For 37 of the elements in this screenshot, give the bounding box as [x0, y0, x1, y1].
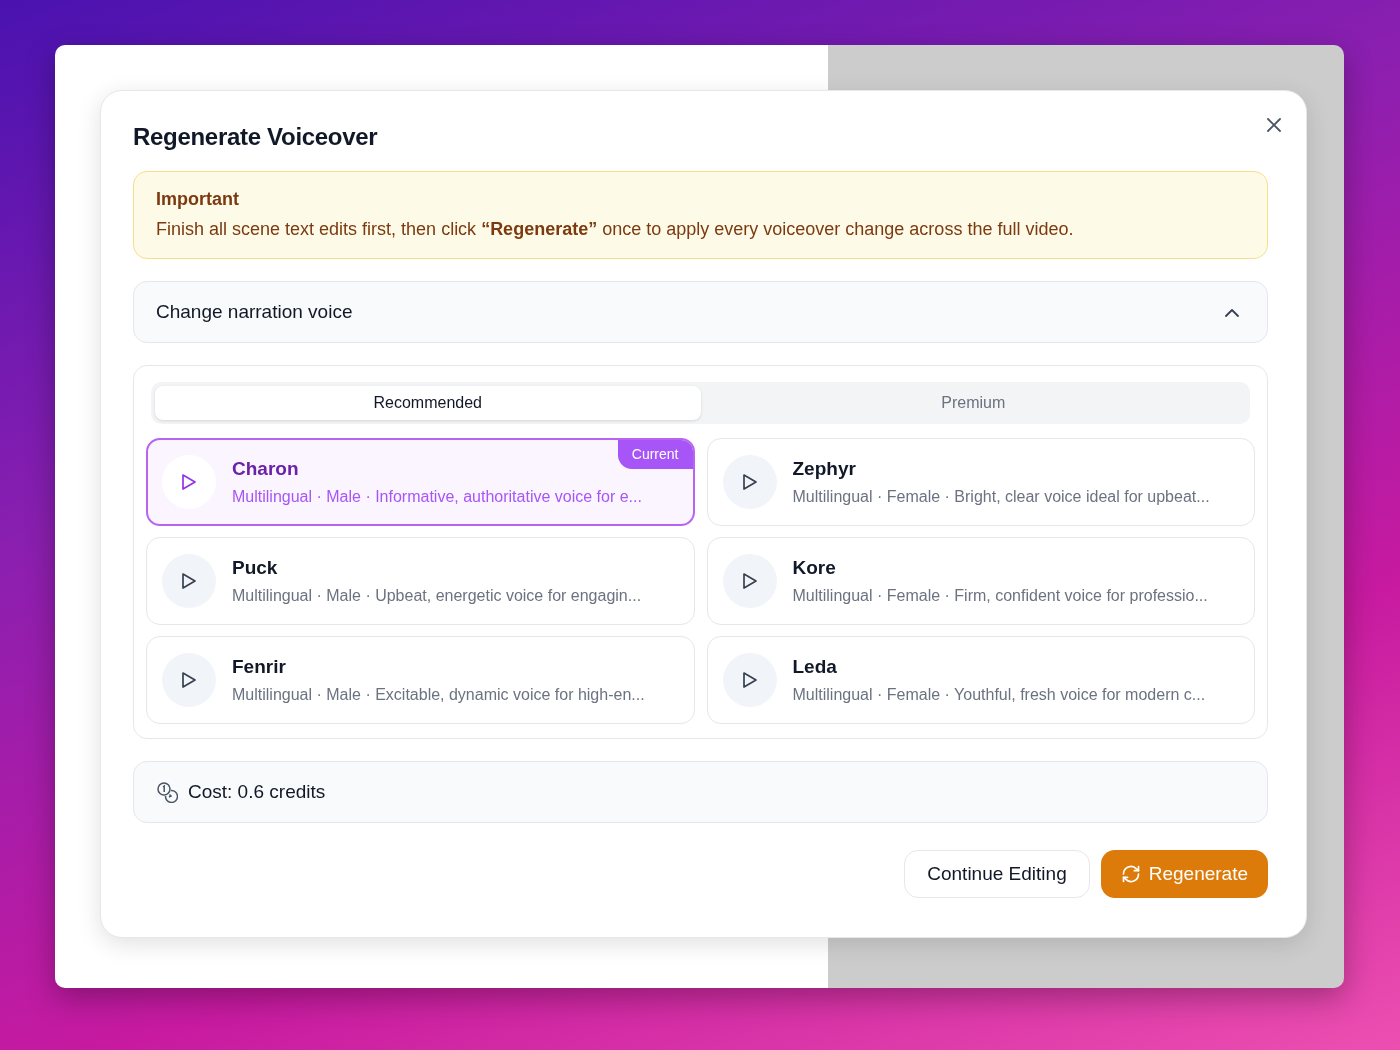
accordion-header[interactable]: Change narration voice	[133, 281, 1268, 343]
voice-card[interactable]: Current Charon Multilingual · Male · Informative, authoritative voice for e...	[146, 438, 695, 526]
cost-text: Cost: 0.6 credits	[188, 781, 326, 803]
current-badge: Current	[617, 440, 693, 469]
voice-card[interactable]: Kore Multilingual · Female · Firm, confident voice for professio...	[706, 537, 1255, 625]
voice-name: Zephyr	[792, 458, 857, 480]
voice-name: Charon	[232, 458, 300, 480]
voice-name: Leda	[792, 656, 838, 678]
voice-name: Puck	[232, 557, 279, 579]
voice-name: Fenrir	[232, 656, 287, 678]
play-icon	[181, 671, 197, 689]
voice-description: Multilingual · Male · Upbeat, energetic voice for engagin...	[232, 587, 642, 605]
refresh-icon	[1120, 864, 1141, 884]
play-icon	[741, 671, 758, 689]
voice-card[interactable]: Leda Multilingual · Female · Youthful, fresh voice for modern c...	[706, 636, 1255, 724]
voice-description: Multilingual · Female · Youthful, fresh voice for modern c...	[792, 686, 1206, 704]
close-icon[interactable]	[1266, 117, 1282, 133]
play-icon	[741, 572, 758, 590]
chevron-icon	[1225, 307, 1239, 317]
play-icon	[181, 572, 197, 590]
tab[interactable]: Premium	[700, 386, 1246, 420]
continue-button[interactable]: Continue Editing	[904, 850, 1090, 898]
tab[interactable]: Recommended	[155, 386, 701, 420]
coins-icon	[156, 781, 178, 803]
play-icon	[741, 473, 758, 491]
alert-title: Important	[156, 189, 240, 210]
voice-card[interactable]: Zephyr Multilingual · Female · Bright, clear voice ideal for upbeat...	[706, 438, 1255, 526]
voice-name: Kore	[792, 557, 837, 579]
alert-text: Finish all scene text edits first, then click “Regenerate” once to apply every voiceover change across the full video.	[156, 219, 1075, 240]
dialog-title: Regenerate Voiceover	[133, 123, 378, 151]
play-icon	[181, 473, 197, 491]
voice-card[interactable]: Fenrir Multilingual · Male · Excitable, dynamic voice for high-en...	[146, 636, 695, 724]
voice-description: Multilingual · Female · Bright, clear voice ideal for upbeat...	[792, 488, 1210, 506]
voice-description: Multilingual · Male · Excitable, dynamic voice for high-en...	[232, 686, 645, 704]
voice-description: Multilingual · Male · Informative, authoritative voice for e...	[232, 488, 642, 506]
voice-card[interactable]: Puck Multilingual · Male · Upbeat, energetic voice for engagin...	[146, 537, 695, 625]
voice-description: Multilingual · Female · Firm, confident voice for professio...	[792, 587, 1208, 605]
